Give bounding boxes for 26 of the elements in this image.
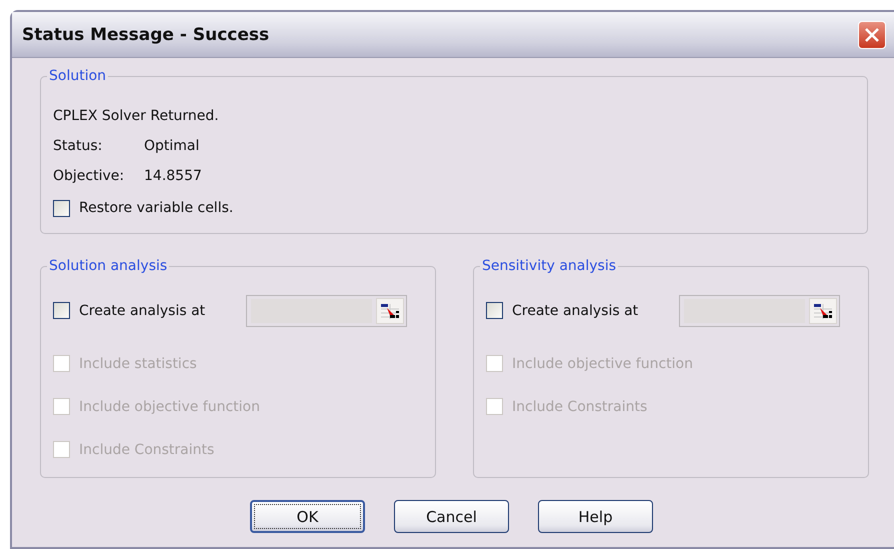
checkbox-label: Include Constraints <box>512 398 648 414</box>
checkbox-label: Include objective function <box>512 356 693 372</box>
checkbox[interactable] <box>53 302 70 319</box>
status-label: Status: <box>53 137 104 156</box>
objective-value: 14.8557 <box>144 167 202 186</box>
dialog-button[interactable]: Cancel <box>394 500 509 533</box>
group-legend: Solution analysis <box>47 257 170 275</box>
objective-label: Objective: <box>53 167 126 186</box>
checkbox-label: Include statistics <box>79 356 197 372</box>
checkbox-label: Create analysis at <box>512 302 638 318</box>
checkbox-label: Restore variable cells. <box>79 200 234 216</box>
result-message: CPLEX Solver Returned. <box>53 107 220 126</box>
dialog-button[interactable]: OK <box>250 500 365 533</box>
checkbox-label: Include objective function <box>79 398 260 414</box>
status-value: Optimal <box>144 137 200 156</box>
group-legend: Sensitivity analysis <box>480 257 618 275</box>
checkbox-label: Include Constraints <box>79 442 214 458</box>
close-icon <box>864 26 880 42</box>
checkbox[interactable] <box>486 302 503 319</box>
dialog-button[interactable]: Help <box>538 500 653 533</box>
range-select-icon <box>813 302 833 320</box>
checkbox-label: Create analysis at <box>79 302 206 318</box>
checkbox[interactable] <box>53 200 70 216</box>
range-select-icon <box>380 302 400 320</box>
close-button[interactable] <box>858 20 886 48</box>
window-title: Status Message - Success <box>22 24 270 44</box>
